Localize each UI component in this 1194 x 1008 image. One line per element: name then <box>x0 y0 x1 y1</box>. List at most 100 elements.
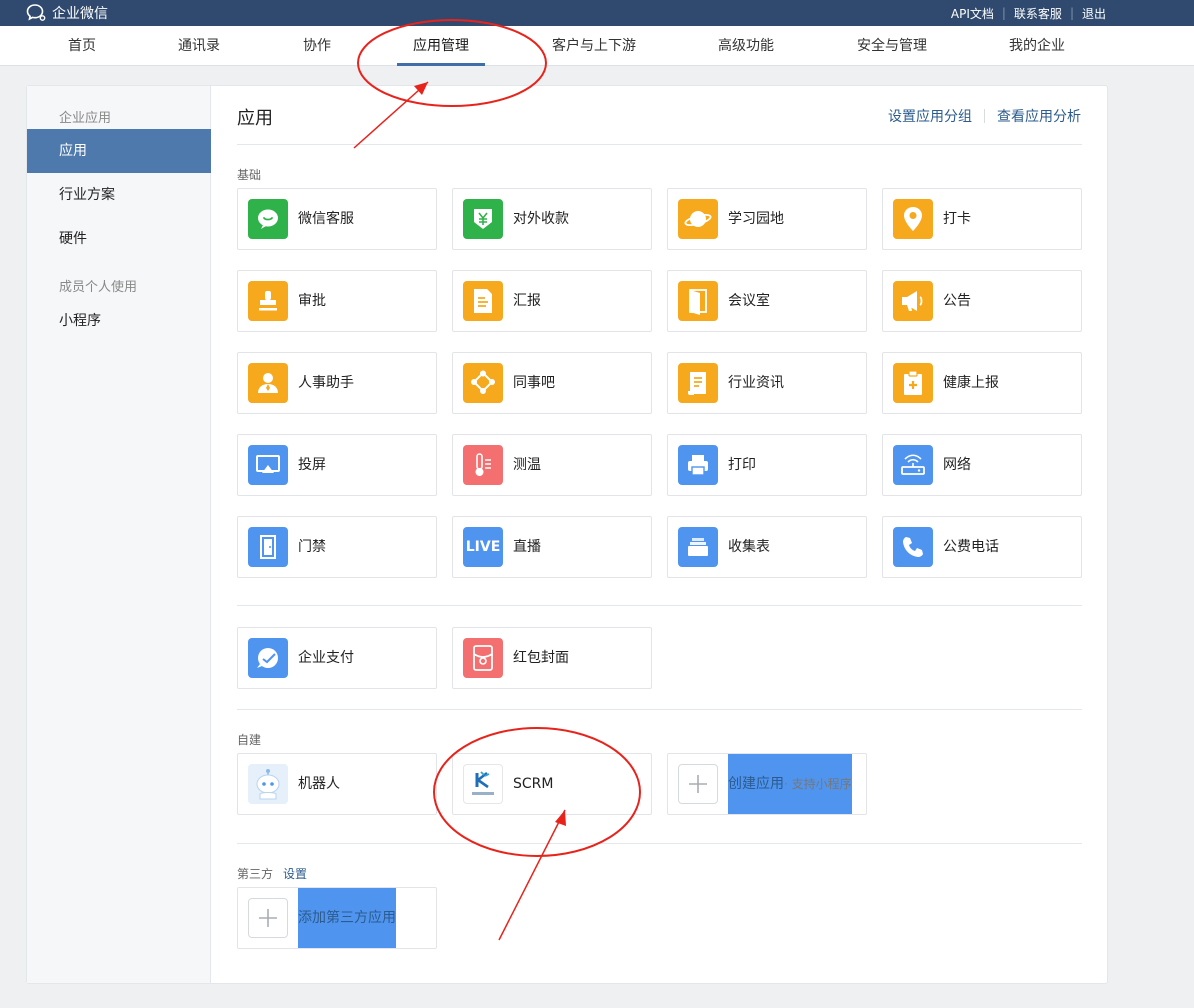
separator: | <box>1069 6 1074 20</box>
nav-my-company[interactable]: 我的企业 <box>1009 26 1065 66</box>
app-name: 公费电话 <box>943 539 999 555</box>
divider <box>237 605 1082 606</box>
app-name: 测温 <box>513 457 541 473</box>
app-name: 机器人 <box>298 776 340 792</box>
page-actions: 设置应用分组 查看应用分析 <box>888 106 1081 126</box>
door-icon <box>248 527 288 567</box>
app-tile-approval[interactable]: 审批 <box>237 270 437 332</box>
app-tile-checkin[interactable]: 打卡 <box>882 188 1082 250</box>
app-tile-red-envelope-cover[interactable]: 红包封面 <box>452 627 652 689</box>
app-tile-hr-assistant[interactable]: 人事助手 <box>237 352 437 414</box>
wecom-logo-icon <box>26 3 48 23</box>
pay-icon <box>248 638 288 678</box>
sidebar-item-hardware[interactable]: 硬件 <box>27 217 211 261</box>
app-name: 微信客服 <box>298 211 354 227</box>
live-text: LIVE <box>465 539 501 555</box>
sidebar-item-industry[interactable]: 行业方案 <box>27 173 211 217</box>
app-tile-external-payment[interactable]: 对外收款 <box>452 188 652 250</box>
view-app-analysis-link[interactable]: 查看应用分析 <box>997 106 1081 126</box>
add-third-party-label: 添加第三方应用 <box>298 888 396 948</box>
thermometer-icon <box>463 445 503 485</box>
nav-collaboration[interactable]: 协作 <box>303 26 331 66</box>
sidebar-group-enterprise: 企业应用 <box>59 111 112 126</box>
app-tile-access-control[interactable]: 门禁 <box>237 516 437 578</box>
app-tile-public-phone[interactable]: 公费电话 <box>882 516 1082 578</box>
divider <box>237 144 1082 145</box>
router-icon <box>893 445 933 485</box>
top-links: API文档 | 联系客服 | 退出 <box>951 0 1106 26</box>
app-name: 审批 <box>298 293 326 309</box>
sidebar-group-personal: 成员个人使用 <box>59 280 138 295</box>
contact-support-link[interactable]: 联系客服 <box>1014 5 1062 22</box>
nav-app-management[interactable]: 应用管理 <box>397 26 485 66</box>
door-open-icon <box>678 281 718 321</box>
app-name: 直播 <box>513 539 541 555</box>
app-tile-wechat-service[interactable]: 微信客服 <box>237 188 437 250</box>
app-name: 健康上报 <box>943 375 999 391</box>
app-name: 同事吧 <box>513 375 555 391</box>
app-name: 打卡 <box>943 211 971 227</box>
app-tile-colleague-bar[interactable]: 同事吧 <box>452 352 652 414</box>
app-name: 投屏 <box>298 457 326 473</box>
app-name: 行业资讯 <box>728 375 784 391</box>
nav-advanced[interactable]: 高级功能 <box>718 26 774 66</box>
location-pin-icon <box>893 199 933 239</box>
yuan-shield-icon <box>463 199 503 239</box>
app-tile-announcement[interactable]: 公告 <box>882 270 1082 332</box>
sidebar-item-apps[interactable]: 应用 <box>27 129 211 173</box>
nav-customers[interactable]: 客户与上下游 <box>552 26 636 66</box>
create-app-label: 创建应用· 支持小程序 <box>728 754 852 814</box>
person-badge-icon <box>248 363 288 403</box>
news-doc-icon <box>678 363 718 403</box>
app-tile-report[interactable]: 汇报 <box>452 270 652 332</box>
app-tile-scrm[interactable]: SCRM <box>452 753 652 815</box>
logout-link[interactable]: 退出 <box>1082 5 1106 22</box>
app-name: 会议室 <box>728 293 770 309</box>
divider <box>237 709 1082 710</box>
app-tile-learning[interactable]: 学习园地 <box>667 188 867 250</box>
phone-icon <box>893 527 933 567</box>
planet-icon <box>678 199 718 239</box>
top-bar: 企业微信 API文档 | 联系客服 | 退出 <box>0 0 1194 26</box>
nav-home[interactable]: 首页 <box>68 26 96 66</box>
app-tile-enterprise-pay[interactable]: 企业支付 <box>237 627 437 689</box>
app-tile-collect-form[interactable]: 收集表 <box>667 516 867 578</box>
nav-contacts[interactable]: 通讯录 <box>178 26 220 66</box>
app-tile-screen-cast[interactable]: 投屏 <box>237 434 437 496</box>
megaphone-icon <box>893 281 933 321</box>
app-name: 网络 <box>943 457 971 473</box>
app-name: 人事助手 <box>298 375 354 391</box>
create-app-tile[interactable]: 创建应用· 支持小程序 <box>667 753 867 815</box>
page-title: 应用 <box>237 108 273 129</box>
plus-icon <box>678 764 718 804</box>
health-clipboard-icon <box>893 363 933 403</box>
form-stack-icon <box>678 527 718 567</box>
report-doc-icon <box>463 281 503 321</box>
app-tile-temperature[interactable]: 测温 <box>452 434 652 496</box>
screen-cast-icon <box>248 445 288 485</box>
content-panel: 企业应用 应用 行业方案 硬件 成员个人使用 小程序 应用 设置应用分组 查看应… <box>27 86 1107 983</box>
third-party-settings-link[interactable]: 设置 <box>283 867 307 881</box>
separator <box>984 109 985 123</box>
app-tile-network[interactable]: 网络 <box>882 434 1082 496</box>
app-tile-meeting-room[interactable]: 会议室 <box>667 270 867 332</box>
app-tile-live[interactable]: LIVE 直播 <box>452 516 652 578</box>
api-docs-link[interactable]: API文档 <box>951 5 994 22</box>
create-app-text: 创建应用 <box>728 776 784 792</box>
brand[interactable]: 企业微信 <box>26 0 108 26</box>
nav-security[interactable]: 安全与管理 <box>857 26 927 66</box>
section-label-third-party: 第三方 设置 <box>237 865 307 882</box>
sidebar-item-miniprogram[interactable]: 小程序 <box>27 299 211 343</box>
app-tile-health-report[interactable]: 健康上报 <box>882 352 1082 414</box>
section-label-custom: 自建 <box>237 733 262 747</box>
app-name: 企业支付 <box>298 650 354 666</box>
app-tile-robot[interactable]: 机器人 <box>237 753 437 815</box>
robot-icon <box>248 764 288 804</box>
set-app-group-link[interactable]: 设置应用分组 <box>888 106 972 126</box>
red-envelope-icon <box>463 638 503 678</box>
add-third-party-tile[interactable]: 添加第三方应用 <box>237 887 437 949</box>
app-tile-industry-news[interactable]: 行业资讯 <box>667 352 867 414</box>
app-tile-print[interactable]: 打印 <box>667 434 867 496</box>
divider <box>237 843 1082 844</box>
app-name: 打印 <box>728 457 756 473</box>
